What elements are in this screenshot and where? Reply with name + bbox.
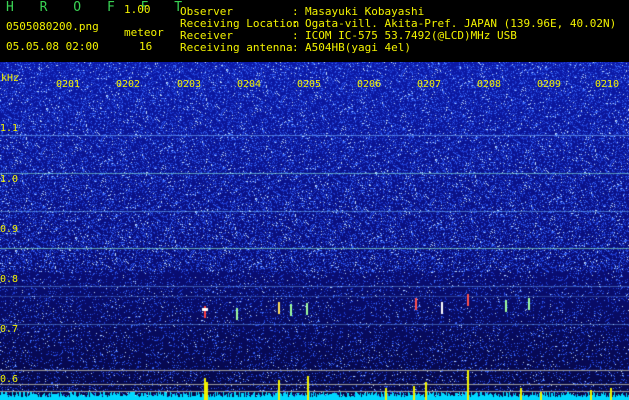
x-tick-label: 0210 — [595, 79, 620, 90]
y-tick-label: 0.8 — [0, 274, 19, 285]
file-name: 0505080200.png — [6, 20, 99, 33]
x-tick-label: 0202 — [116, 79, 141, 90]
y-tick-label: 0.9 — [0, 224, 19, 235]
x-tick-label: 0205 — [297, 79, 322, 90]
x-tick-label: 0201 — [56, 79, 81, 90]
y-tick-label: 0.7 — [0, 324, 19, 335]
x-tick-label: 0209 — [537, 79, 562, 90]
x-tick-label: 0208 — [477, 79, 502, 90]
y-tick-label: 1.0 — [0, 174, 19, 185]
x-tick-label: 0206 — [357, 79, 382, 90]
meteor-count: 16 — [139, 40, 153, 53]
app-version: 1.00 — [124, 3, 151, 16]
app-title: H R O F F T — [6, 0, 192, 15]
y-tick-label: 1.1 — [0, 123, 19, 134]
y-tick-label: 0.6 — [0, 374, 19, 385]
info-key-antenna: Receiving antenna — [180, 41, 293, 54]
axis-unit-label: kHz — [1, 73, 20, 84]
file-datetime: 05.05.08 02:00 — [6, 40, 99, 53]
info-value-antenna: A504HB(yagi 4el) — [305, 41, 411, 54]
header-panel: H R O F F T 1.00 0505080200.png meteor 0… — [0, 0, 629, 62]
x-tick-label: 0203 — [177, 79, 202, 90]
x-tick-label: 0204 — [237, 79, 262, 90]
meteor-label: meteor — [124, 26, 164, 39]
info-sep: : — [292, 41, 299, 54]
x-tick-label: 0207 — [417, 79, 442, 90]
spectrogram-canvas — [0, 62, 629, 400]
